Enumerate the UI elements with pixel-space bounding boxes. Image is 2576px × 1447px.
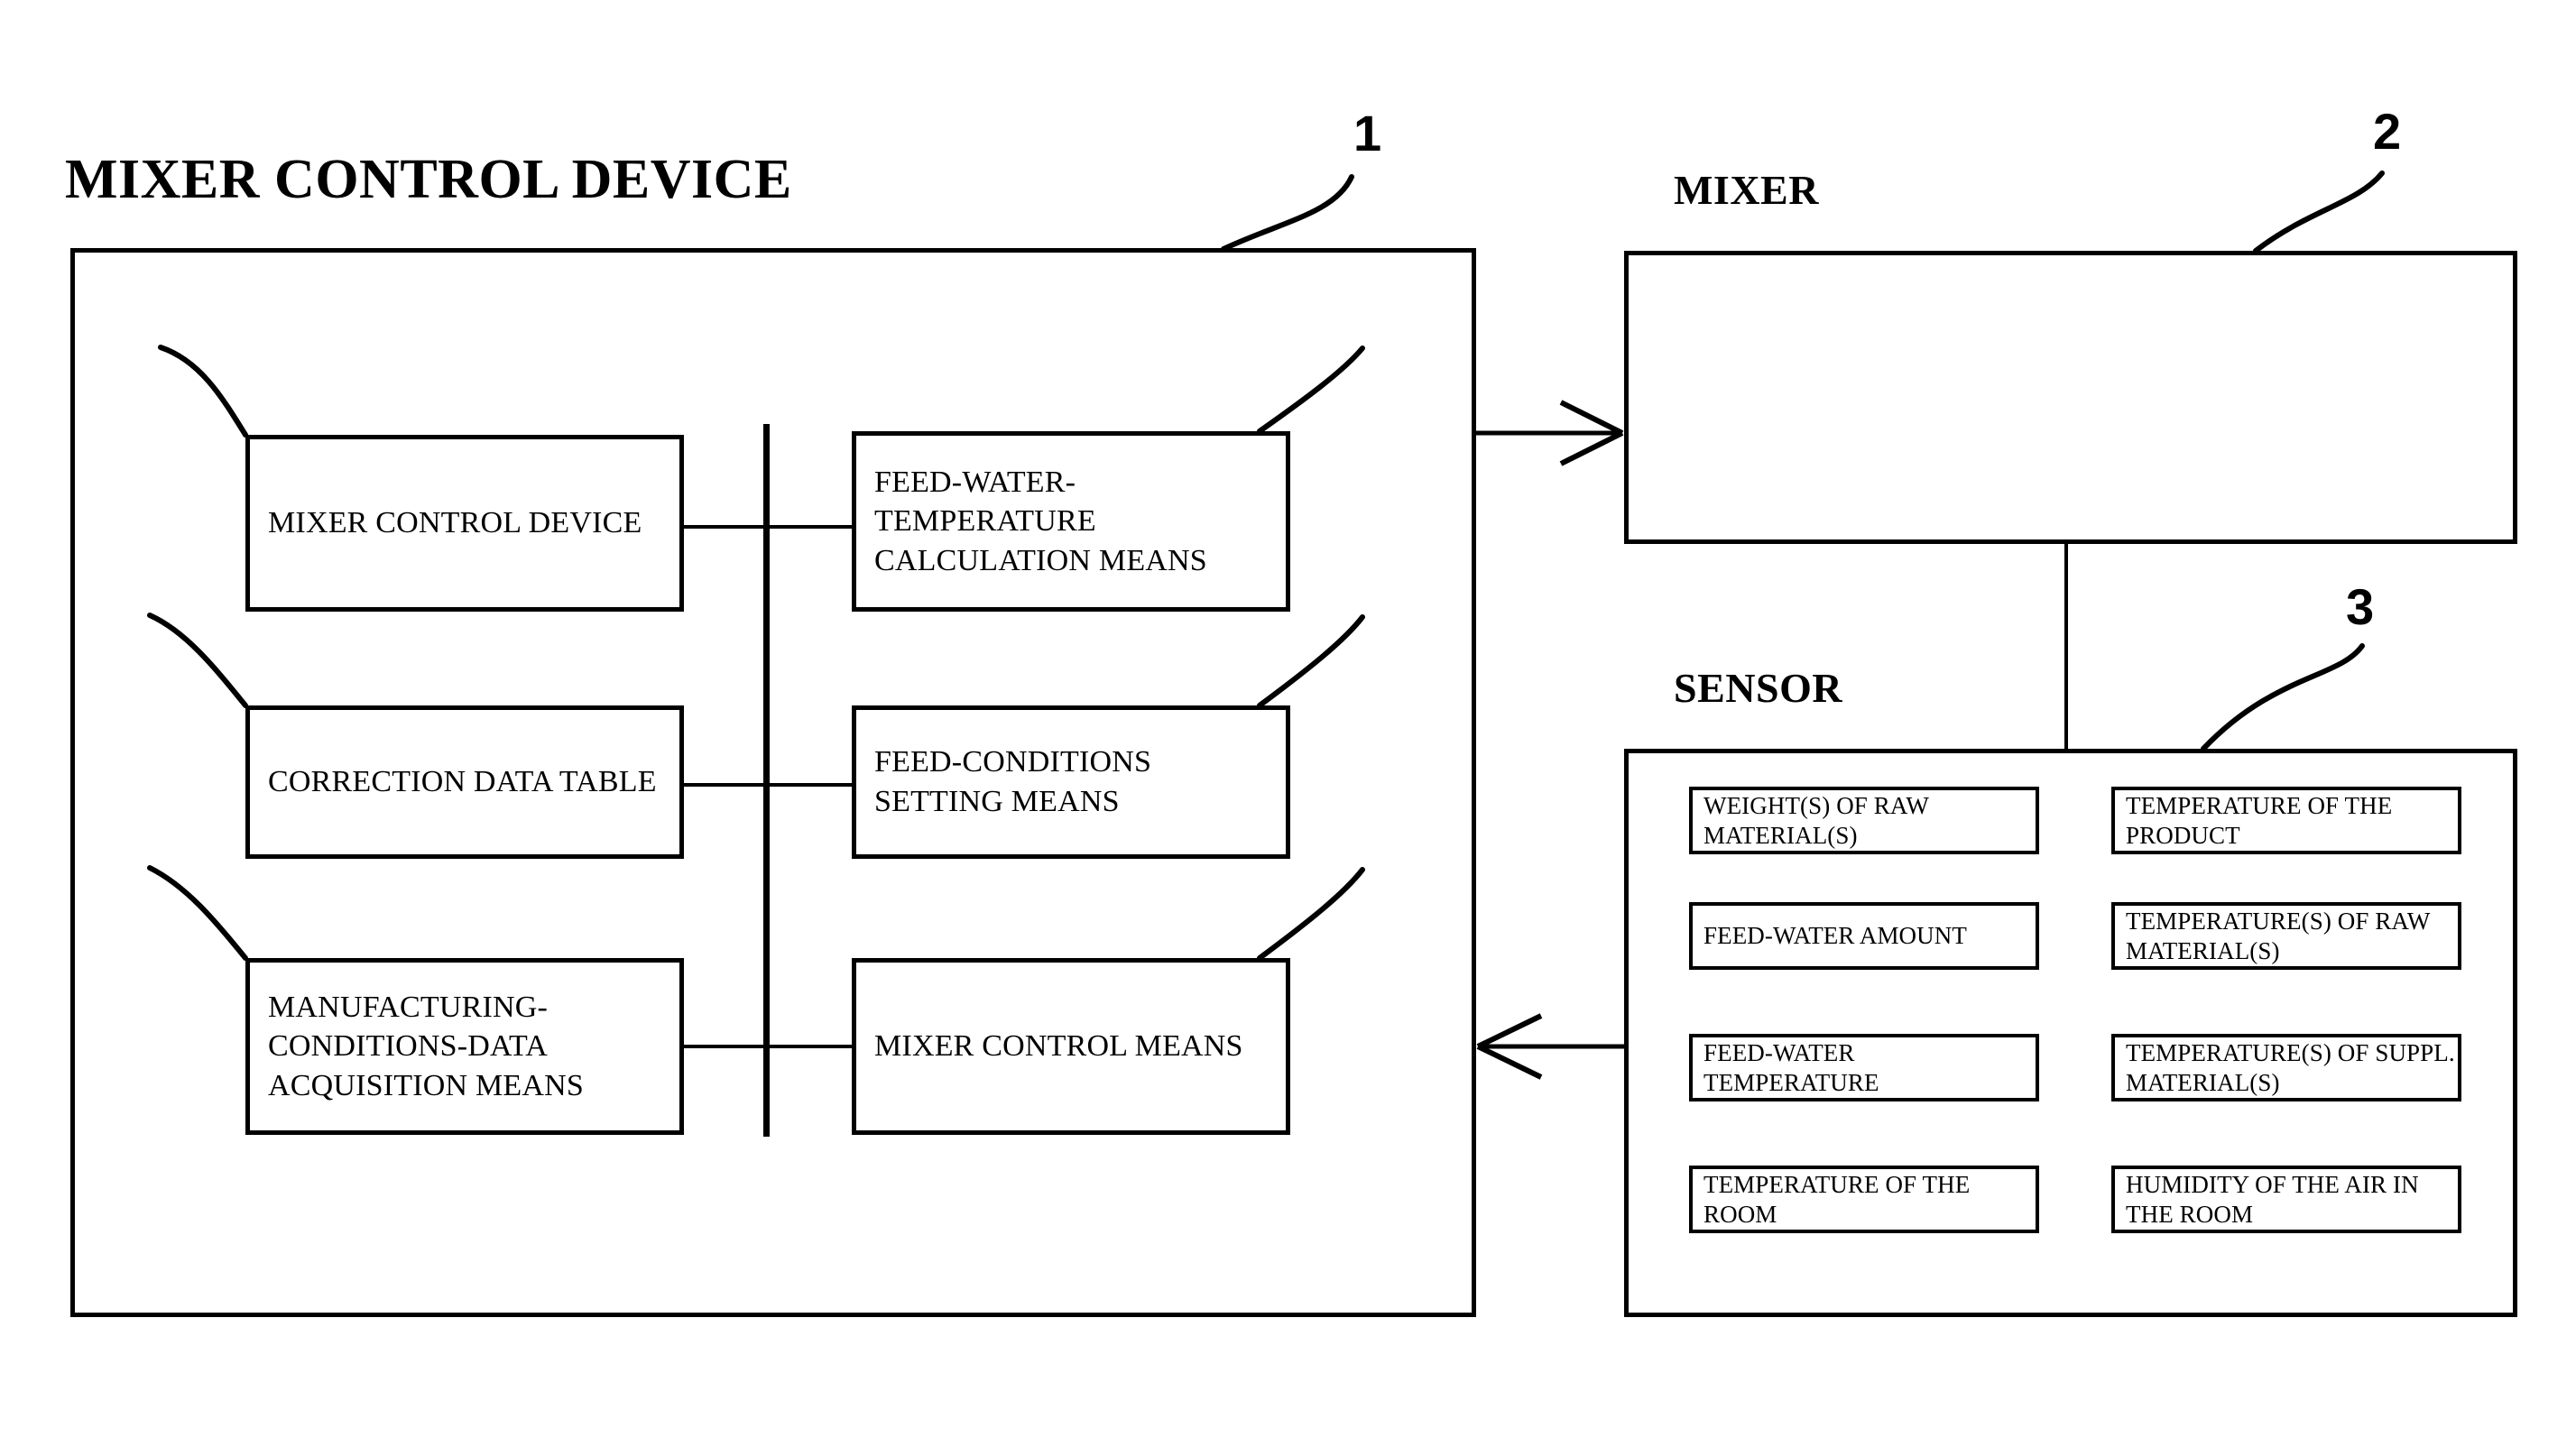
page-title: MIXER CONTROL DEVICE (65, 149, 792, 210)
mixer-title: MIXER (1674, 167, 1819, 213)
sensor-item-feed-water-temperature: FEED-WATER TEMPERATURE (1689, 1034, 2039, 1101)
leader-line-3 (2201, 643, 2365, 751)
sensor-item-label: WEIGHT(S) OF RAW MATERIAL(S) (1703, 791, 1929, 849)
sensor-item-label: TEMPERATURE OF THE PRODUCT (2126, 791, 2393, 849)
sensor-item-weight-raw-material: WEIGHT(S) OF RAW MATERIAL(S) (1689, 787, 2039, 854)
sensor-item-room-humidity: HUMIDITY OF THE AIR IN THE ROOM (2111, 1166, 2461, 1233)
sensor-item-suppl-material-temperature: TEMPERATURE(S) OF SUPPL. MATERIAL(S) (2111, 1034, 2461, 1101)
connector-bus-to-14 (763, 525, 854, 529)
module-box-12[interactable]: CORRECTION DATA TABLE (245, 705, 684, 859)
sensor-title: SENSOR (1674, 665, 1843, 711)
internal-bus-line (763, 424, 770, 1137)
module-box-11-label: MIXER CONTROL DEVICE (268, 506, 642, 540)
module-box-14-label: FEED-WATER-TEMPERATURE CALCULATION MEANS (874, 465, 1207, 577)
arrow-device-to-mixer (1476, 400, 1624, 466)
module-box-15[interactable]: FEED-CONDITIONS SETTING MEANS (852, 705, 1290, 859)
module-box-11[interactable]: MIXER CONTROL DEVICE (245, 435, 684, 612)
module-box-13[interactable]: MANUFACTURING-CONDITIONS-DATA ACQUISITIO… (245, 958, 684, 1135)
module-box-12-label: CORRECTION DATA TABLE (268, 765, 657, 799)
reference-numeral-2: 2 (2373, 103, 2402, 160)
figure-canvas: MIXER CONTROL DEVICE MIXER SENSOR 1 2 3 … (0, 0, 2576, 1447)
sensor-item-feed-water-amount: FEED-WATER AMOUNT (1689, 902, 2039, 970)
leader-line-1 (1221, 174, 1354, 252)
reference-numeral-3: 3 (2346, 578, 2375, 635)
sensor-item-label: TEMPERATURE OF THE ROOM (1703, 1170, 1971, 1228)
module-box-15-label: FEED-CONDITIONS SETTING MEANS (874, 745, 1152, 818)
sensor-item-raw-material-temperature: TEMPERATURE(S) OF RAW MATERIAL(S) (2111, 902, 2461, 970)
sensor-item-product-temperature: TEMPERATURE OF THE PRODUCT (2111, 787, 2461, 854)
sensor-item-label: TEMPERATURE(S) OF SUPPL. MATERIAL(S) (2126, 1038, 2455, 1096)
mixer-box[interactable] (1624, 251, 2517, 544)
connector-mixer-to-sensor (2064, 541, 2068, 751)
sensor-item-room-temperature: TEMPERATURE OF THE ROOM (1689, 1166, 2039, 1233)
module-box-13-label: MANUFACTURING-CONDITIONS-DATA ACQUISITIO… (268, 990, 585, 1102)
leader-line-2 (2253, 171, 2385, 253)
sensor-item-label: FEED-WATER AMOUNT (1703, 922, 1967, 950)
sensor-item-label: FEED-WATER TEMPERATURE (1703, 1038, 1879, 1096)
arrow-sensor-to-device (1476, 1013, 1624, 1080)
connector-12-to-bus (684, 783, 765, 787)
connector-bus-to-16 (763, 1045, 854, 1048)
sensor-item-label: TEMPERATURE(S) OF RAW MATERIAL(S) (2126, 907, 2430, 964)
connector-bus-to-15 (763, 783, 854, 787)
module-box-14[interactable]: FEED-WATER-TEMPERATURE CALCULATION MEANS (852, 431, 1290, 612)
connector-11-to-bus (684, 525, 765, 529)
sensor-item-label: HUMIDITY OF THE AIR IN THE ROOM (2126, 1170, 2419, 1228)
module-box-16[interactable]: MIXER CONTROL MEANS (852, 958, 1290, 1135)
reference-numeral-1: 1 (1353, 105, 1382, 161)
module-box-16-label: MIXER CONTROL MEANS (874, 1029, 1243, 1064)
connector-13-to-bus (684, 1045, 765, 1048)
